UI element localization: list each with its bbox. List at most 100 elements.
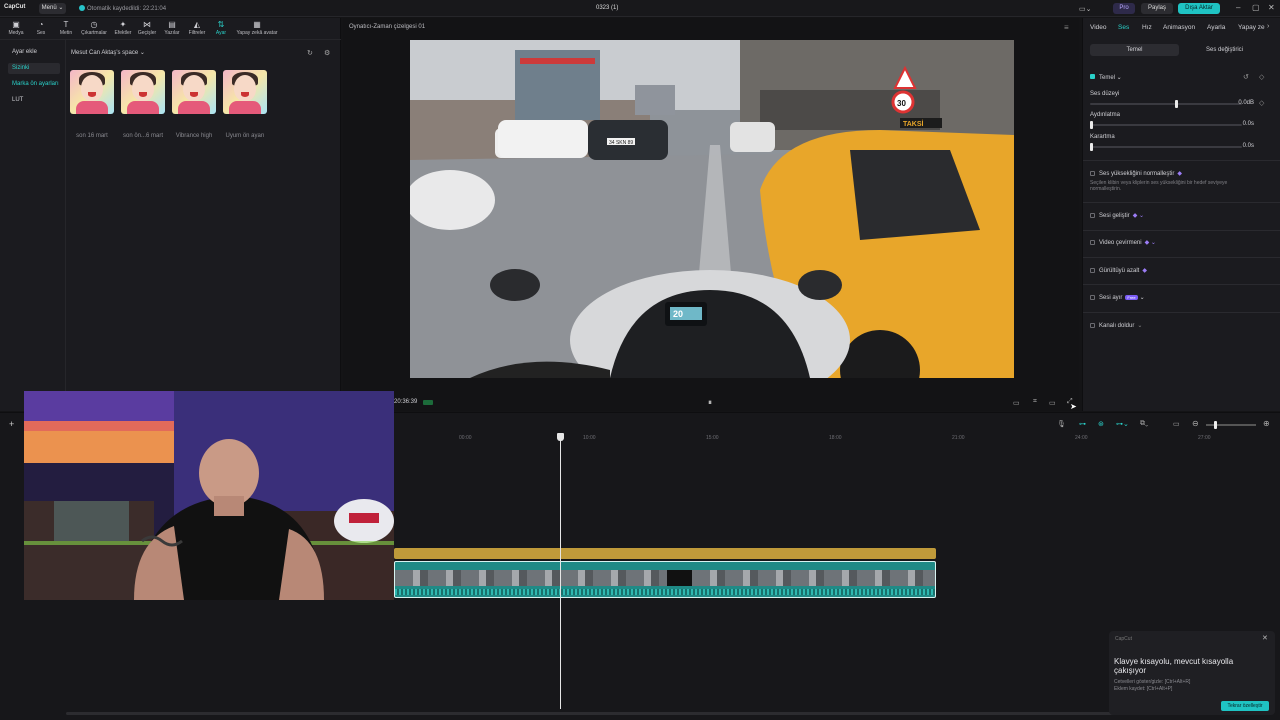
preset-thumb[interactable] — [121, 70, 165, 114]
close-window-icon[interactable]: ✕ — [1268, 3, 1275, 12]
pause-icon[interactable]: ⏸ — [708, 398, 712, 408]
preset-thumb[interactable] — [70, 70, 114, 114]
fill-channel-option[interactable]: Kanalı doldur ⌄ — [1090, 322, 1142, 329]
fade-in-knob[interactable] — [1090, 121, 1093, 129]
basic-section[interactable]: Temel ⌄ — [1090, 74, 1122, 81]
separate-voice-option[interactable]: Sesi ayır Free ⌄ — [1090, 294, 1145, 301]
sidenav-lut[interactable]: LUT — [8, 95, 60, 106]
volume-keyframe-icon[interactable]: ◇ — [1259, 99, 1264, 107]
volume-value[interactable]: 0.0dB — [1238, 100, 1254, 106]
zoom-in-icon[interactable]: ⊕ — [1263, 419, 1270, 428]
fill-channel-checkbox[interactable] — [1090, 323, 1095, 328]
tool-stickers[interactable]: ◷ Çıkartmalar — [80, 20, 108, 36]
normalize-checkbox[interactable] — [1090, 171, 1095, 176]
tool-adjust[interactable]: ⇅ Ayar — [207, 20, 235, 36]
tool-captions[interactable]: ▤ Yazılar — [158, 20, 186, 36]
tool-label: Ayar — [215, 30, 227, 36]
toast-close-icon[interactable]: ✕ — [1262, 634, 1268, 642]
section-toggle-icon[interactable] — [1090, 74, 1095, 79]
share-button[interactable]: Paylaş — [1141, 3, 1173, 14]
settings-icon[interactable]: ⚙ — [324, 49, 330, 57]
enhance-option[interactable]: Sesi geliştir ◆ ⌄ — [1090, 212, 1144, 219]
refresh-icon[interactable]: ↻ — [307, 49, 313, 57]
export-button[interactable]: Dışa Aktar — [1178, 3, 1220, 14]
tool-ai-avatar[interactable]: ▦ Yapay zekâ avatar — [232, 20, 282, 36]
project-title: 0323 (1) — [596, 5, 619, 11]
snap-icon[interactable]: ⊶⌄ — [1116, 420, 1129, 428]
tabs-scroll-icon[interactable]: › — [1267, 23, 1269, 30]
workspace-selector[interactable]: Mesut Can Aktaş's space ⌄ — [71, 49, 145, 56]
magnet-icon[interactable]: ⊛ — [1098, 420, 1104, 428]
chevron-down-icon[interactable]: ⌄ — [1137, 323, 1142, 329]
keyframe-icon[interactable]: ◇ — [1259, 73, 1264, 81]
subtab-basic[interactable]: Temel — [1090, 44, 1179, 56]
adjust-icon: ⇅ — [217, 20, 225, 29]
tool-label: Ses — [36, 30, 46, 36]
add-track-icon[interactable]: + — [9, 419, 14, 429]
tab-ai[interactable]: Yapay ze — [1238, 24, 1265, 31]
link-icon[interactable]: ⊶ — [1079, 420, 1086, 428]
playhead[interactable] — [560, 433, 561, 709]
preset-thumb[interactable] — [223, 70, 267, 114]
translator-option[interactable]: Video çevirmeni ◆ ⌄ — [1090, 239, 1156, 246]
tab-video[interactable]: Video — [1090, 24, 1107, 31]
tab-audio[interactable]: Ses — [1118, 24, 1129, 31]
time-ruler[interactable]: 00:00 10:00 15:00 18:00 21:00 24:00 27:0… — [395, 433, 1280, 443]
tool-audio[interactable]: ◔ Ses — [27, 20, 55, 36]
audio-clip[interactable] — [394, 548, 936, 559]
quality-icon[interactable]: ▭ — [1049, 399, 1056, 407]
tool-text[interactable]: T Metin — [52, 20, 80, 36]
tab-speed[interactable]: Hız — [1142, 24, 1152, 31]
fade-in-slider[interactable] — [1090, 121, 1242, 129]
normalize-option[interactable]: Ses yüksekliğini normalleştir ◆ — [1090, 170, 1182, 177]
normalize-description: Seçilen klibin veya kliplerin ses yüksek… — [1090, 180, 1228, 192]
sidenav-brand-presets[interactable]: Marka ön ayarları — [8, 79, 60, 90]
timeline-scrollbar[interactable] — [66, 712, 1216, 715]
fade-in-value[interactable]: 0.0s — [1243, 121, 1254, 127]
fade-out-slider[interactable] — [1090, 143, 1242, 151]
thumb-image — [76, 101, 108, 114]
minimize-icon[interactable]: – — [1236, 3, 1240, 12]
separate-voice-checkbox[interactable] — [1090, 295, 1095, 300]
split-icon[interactable]: ⧉⌄ — [1140, 420, 1148, 428]
maximize-icon[interactable]: ▢ — [1252, 3, 1260, 12]
tab-adjust[interactable]: Ayarla — [1207, 24, 1225, 31]
zoom-slider[interactable] — [1206, 421, 1256, 429]
player-menu-icon[interactable]: ≡ — [1064, 23, 1069, 32]
tool-transitions[interactable]: ⋈ Geçişler — [133, 20, 161, 36]
noise-reduction-option[interactable]: Gürültüyü azalt ◆ — [1090, 267, 1147, 274]
fade-out-knob[interactable] — [1090, 143, 1093, 151]
free-badge: Free — [1125, 295, 1138, 300]
chevron-down-icon[interactable]: ⌄ — [1140, 295, 1145, 301]
volume-slider[interactable] — [1090, 100, 1242, 108]
mic-icon[interactable]: 🎙 — [1057, 420, 1066, 428]
reset-icon[interactable]: ↺ — [1243, 73, 1249, 81]
zoom-out-icon[interactable]: ⊖ — [1192, 419, 1199, 428]
volume-knob[interactable] — [1175, 100, 1178, 108]
filters-icon: ◭ — [193, 20, 201, 29]
video-clip[interactable] — [394, 561, 936, 598]
sidenav-add-adjustment[interactable]: Ayar ekle — [8, 47, 60, 58]
tab-animation[interactable]: Animasyon — [1163, 24, 1195, 31]
preset-thumb[interactable] — [172, 70, 216, 114]
menu-button[interactable]: Menü ⌄ — [39, 3, 66, 14]
playhead-handle[interactable] — [557, 433, 564, 441]
noise-reduction-checkbox[interactable] — [1090, 268, 1095, 273]
fade-out-value[interactable]: 0.0s — [1243, 143, 1254, 149]
tool-media[interactable]: ▣ Medya — [2, 20, 30, 36]
layout-icon[interactable]: ▭⌄ — [1079, 5, 1091, 13]
video-preview[interactable]: 34 SKN 89 TAKSİ 30 20 — [410, 40, 1014, 378]
translator-checkbox[interactable] — [1090, 240, 1095, 245]
zoom-knob[interactable] — [1214, 421, 1217, 429]
ratio-icon[interactable]: ▭ — [1013, 399, 1020, 407]
subtab-voice-changer[interactable]: Ses değiştirici — [1180, 44, 1269, 56]
preview-icon[interactable]: ▭ — [1173, 420, 1180, 428]
snapshot-icon[interactable]: ⌗ — [1033, 398, 1037, 406]
toast-line2: Eklem kaydet: [Ctrl+Alt+P] — [1114, 686, 1173, 692]
customize-again-button[interactable]: Tekrar özelleştir — [1221, 701, 1269, 711]
premium-icon: ◆ — [1142, 268, 1147, 274]
autosave-dot-icon — [79, 5, 85, 11]
pro-button[interactable]: Pro — [1113, 3, 1135, 14]
sidenav-yours[interactable]: Sizinki — [8, 63, 60, 74]
enhance-checkbox[interactable] — [1090, 213, 1095, 218]
